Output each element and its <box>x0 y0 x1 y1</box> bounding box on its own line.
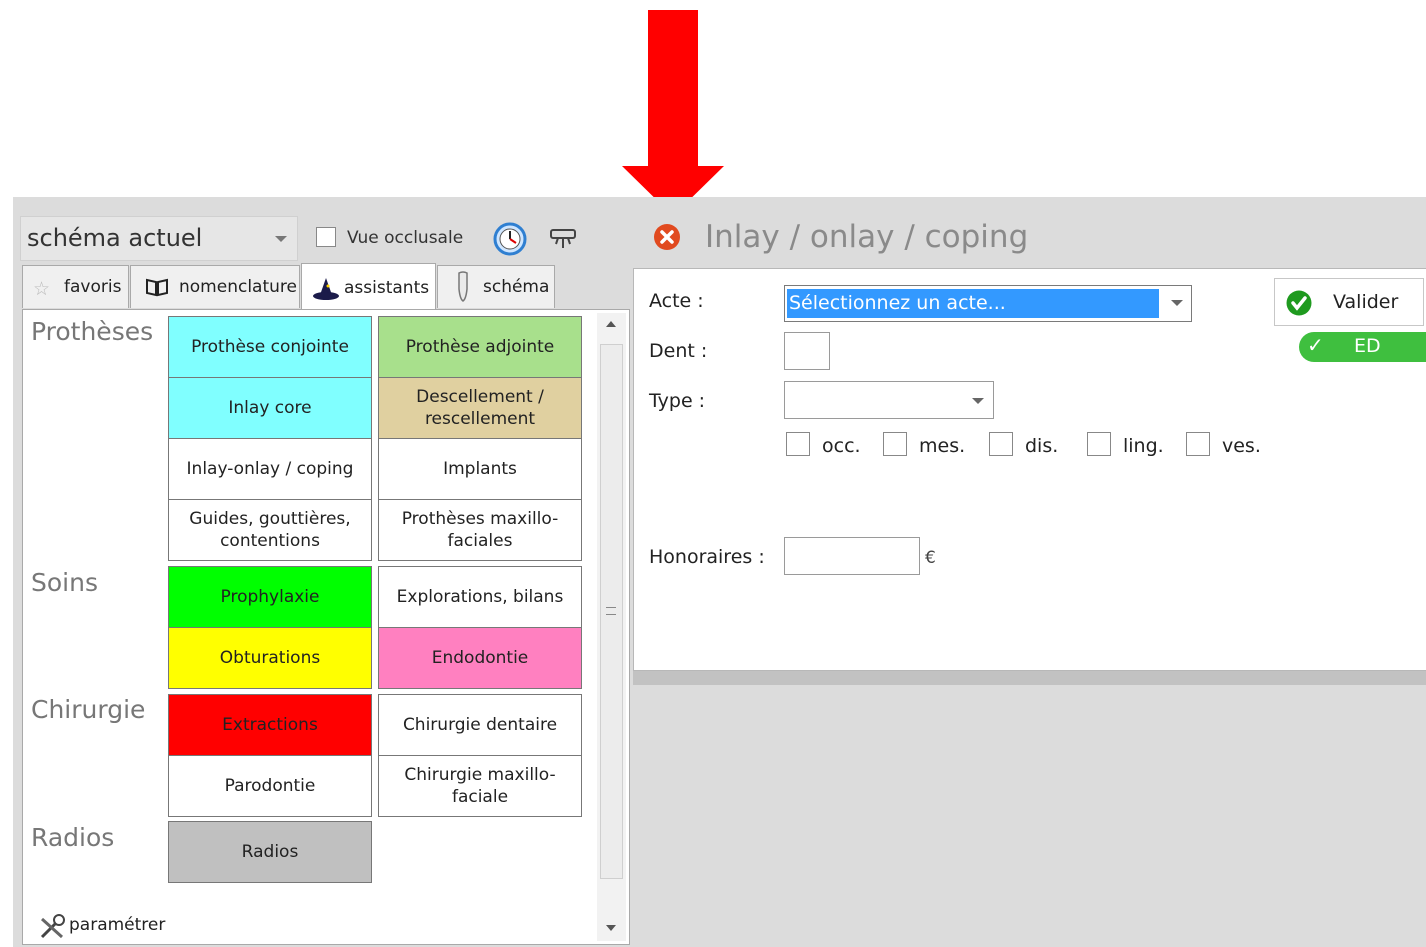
tab-assistants[interactable]: assistants <box>301 263 436 310</box>
section-radios: Radios <box>31 823 115 852</box>
tile-label: Prothèses maxillo-faciales <box>401 509 559 551</box>
acte-select-value: Sélectionnez un acte... <box>787 289 1159 318</box>
ed-label: ED <box>1354 335 1381 357</box>
check-circle-icon <box>1286 290 1312 316</box>
schema-select[interactable]: schéma actuel <box>20 216 298 261</box>
tile-guides[interactable]: Guides, gouttières, contentions <box>168 499 372 561</box>
face-ves-label: ves. <box>1222 435 1261 457</box>
grip-icon <box>606 607 616 615</box>
wizard-icon <box>312 277 340 301</box>
tab-nomenclature-label: nomenclature <box>179 277 297 297</box>
currency-label: € <box>925 548 936 568</box>
honoraires-input[interactable] <box>784 537 920 575</box>
tile-implants[interactable]: Implants <box>378 438 582 500</box>
vue-occlusale-label: Vue occlusale <box>347 228 464 248</box>
tile-label: Prothèse conjointe <box>191 337 349 357</box>
tab-schema[interactable]: schéma <box>437 265 555 308</box>
dent-input[interactable] <box>784 332 830 370</box>
parametrer-link[interactable]: paramétrer <box>69 915 165 935</box>
honoraires-label: Honoraires : <box>649 546 765 568</box>
tile-explorations[interactable]: Explorations, bilans <box>378 566 582 628</box>
ed-badge[interactable]: ✓ ED <box>1299 332 1426 362</box>
face-ling-checkbox[interactable] <box>1087 432 1111 456</box>
face-occ-checkbox[interactable] <box>786 432 810 456</box>
tile-label: Chirurgie dentaire <box>402 715 558 735</box>
face-mes-label: mes. <box>919 435 966 457</box>
dent-label: Dent : <box>649 340 708 362</box>
tile-label: Inlay core <box>228 398 312 418</box>
tab-nomenclature[interactable]: nomenclature <box>130 265 300 308</box>
tile-chirurgie-dentaire[interactable]: Chirurgie dentaire <box>378 694 582 756</box>
chevron-down-icon <box>972 398 984 404</box>
tile-protheses-maxillo[interactable]: Prothèses maxillo-faciales <box>378 499 582 561</box>
red-arrow-shaft <box>648 10 698 167</box>
tab-assistants-label: assistants <box>344 278 430 298</box>
clock-icon[interactable] <box>493 222 527 256</box>
wrench-icon <box>38 913 68 941</box>
tile-label: Radios <box>241 842 299 862</box>
tile-descellement[interactable]: Descellement / rescellement <box>378 377 582 439</box>
valider-label: Valider <box>1333 291 1399 313</box>
tile-label: Parodontie <box>224 776 316 796</box>
tile-label: Prothèse adjointe <box>405 337 555 357</box>
face-ling-label: ling. <box>1123 435 1164 457</box>
form-bottom-bar <box>633 671 1426 685</box>
face-dis-checkbox[interactable] <box>989 432 1013 456</box>
scroll-up-icon[interactable] <box>606 321 616 327</box>
tab-favoris-label: favoris <box>64 277 122 297</box>
tile-label: Implants <box>443 459 517 479</box>
tab-schema-label: schéma <box>483 277 550 297</box>
face-ves-checkbox[interactable] <box>1186 432 1210 456</box>
form-panel <box>633 268 1426 671</box>
tile-prothese-adjointe[interactable]: Prothèse adjointe <box>378 316 582 378</box>
tile-endodontie[interactable]: Endodontie <box>378 627 582 689</box>
tile-label: Chirurgie maxillo-faciale <box>404 765 556 807</box>
acte-select[interactable]: Sélectionnez un acte... <box>784 285 1192 322</box>
tile-prophylaxie[interactable]: Prophylaxie <box>168 566 372 628</box>
chevron-down-icon <box>275 236 287 242</box>
tile-label: Extractions <box>222 715 318 735</box>
tools-icon[interactable] <box>546 224 582 252</box>
tile-obturations[interactable]: Obturations <box>168 627 372 689</box>
section-soins: Soins <box>31 568 98 597</box>
tile-label: Endodontie <box>431 648 529 668</box>
close-icon[interactable] <box>653 223 681 251</box>
scroll-down-icon[interactable] <box>606 925 616 931</box>
section-protheses: Prothèses <box>31 317 154 346</box>
tile-chirurgie-maxillo[interactable]: Chirurgie maxillo-faciale <box>378 755 582 817</box>
face-dis-label: dis. <box>1025 435 1059 457</box>
tile-label: Explorations, bilans <box>396 587 564 607</box>
type-select[interactable] <box>784 381 994 419</box>
tile-label: Inlay-onlay / coping <box>186 459 354 479</box>
tile-prothese-conjointe[interactable]: Prothèse conjointe <box>168 316 372 378</box>
tile-label: Guides, gouttières, contentions <box>189 509 351 551</box>
section-chirurgie: Chirurgie <box>31 695 146 724</box>
tile-extractions[interactable]: Extractions <box>168 694 372 756</box>
type-label: Type : <box>649 390 706 412</box>
valider-button[interactable]: Valider <box>1274 278 1424 326</box>
face-mes-checkbox[interactable] <box>883 432 907 456</box>
tile-label: Descellement / rescellement <box>416 387 544 429</box>
book-icon <box>145 277 169 297</box>
acte-label: Acte : <box>649 290 704 312</box>
form-title: Inlay / onlay / coping <box>705 219 1029 255</box>
tile-radios[interactable]: Radios <box>168 821 372 883</box>
tile-label: Prophylaxie <box>220 587 320 607</box>
tooth-icon <box>454 271 472 303</box>
tile-parodontie[interactable]: Parodontie <box>168 755 372 817</box>
chevron-down-icon <box>1171 300 1183 306</box>
vue-occlusale-checkbox[interactable] <box>316 227 336 247</box>
face-occ-label: occ. <box>822 435 861 457</box>
schema-select-value: schéma actuel <box>27 224 203 252</box>
tab-favoris[interactable]: ☆ favoris <box>22 265 129 308</box>
star-icon: ☆ <box>33 278 51 300</box>
checkmark-icon: ✓ <box>1307 333 1324 357</box>
tile-label: Obturations <box>219 648 321 668</box>
tile-inlay-core[interactable]: Inlay core <box>168 377 372 439</box>
tile-inlay-onlay[interactable]: Inlay-onlay / coping <box>168 438 372 500</box>
